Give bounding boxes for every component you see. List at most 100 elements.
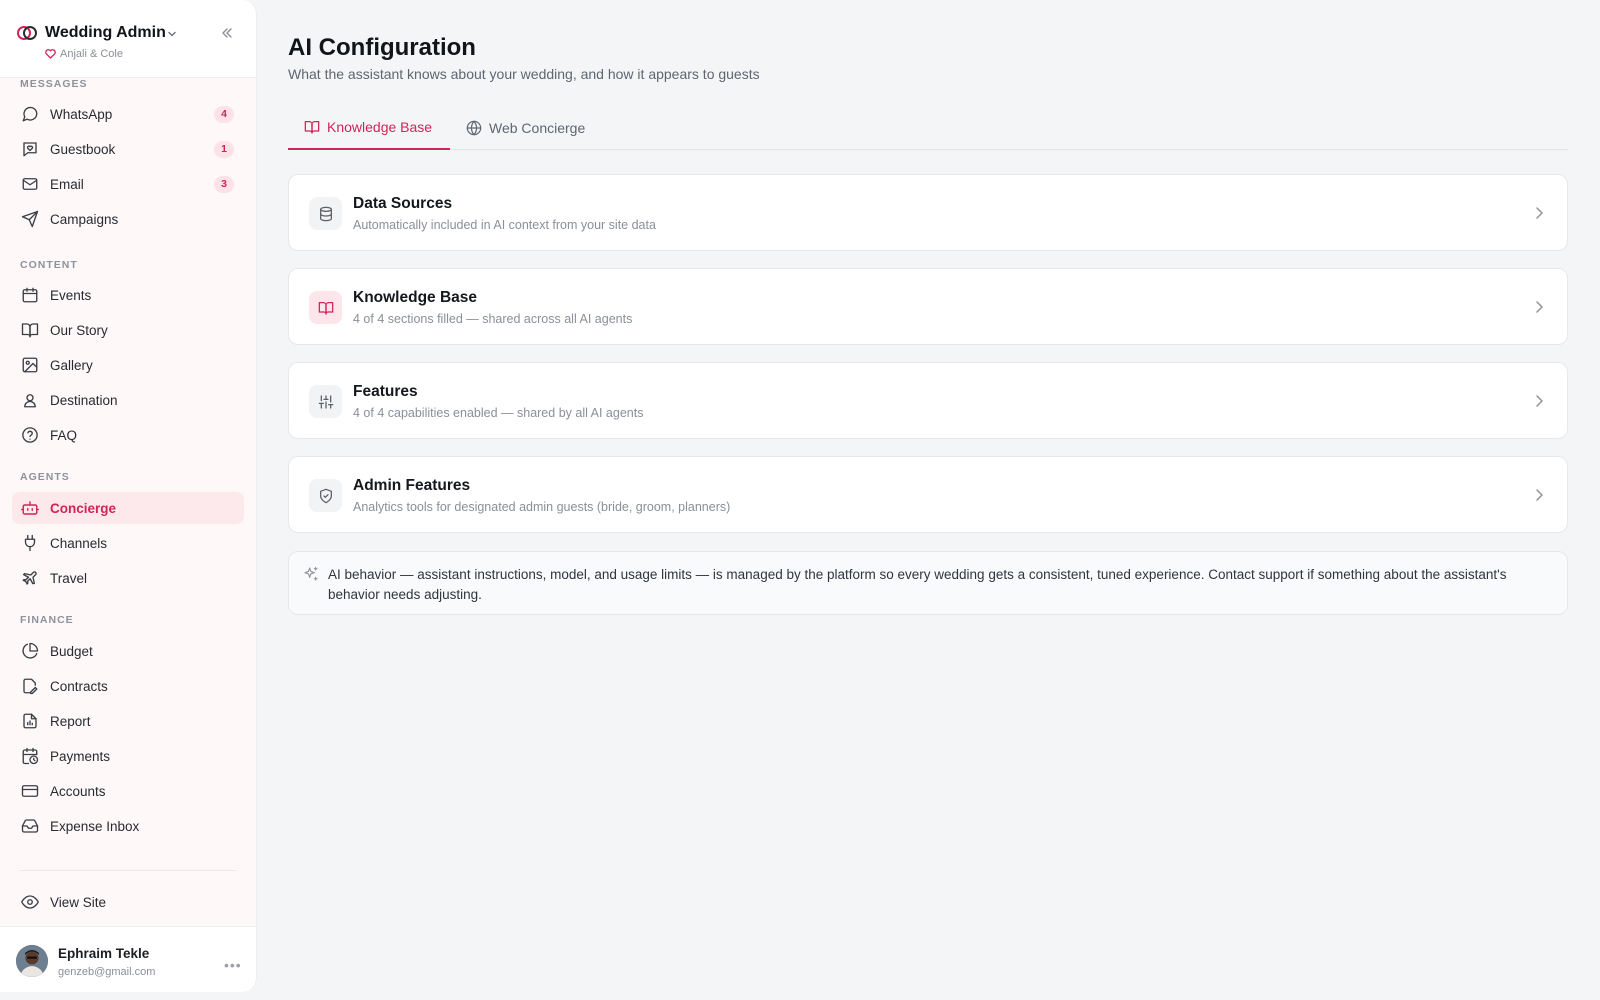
card-description: Analytics tools for designated admin gue… bbox=[353, 500, 731, 514]
chevron-right-icon bbox=[1533, 206, 1545, 220]
sidebar-item-view-site[interactable]: View Site bbox=[12, 886, 244, 918]
chevron-right-icon bbox=[1533, 300, 1545, 314]
calendar-icon bbox=[21, 286, 39, 304]
sparkles-icon bbox=[303, 566, 319, 582]
couple-label: Anjali & Cole bbox=[60, 48, 123, 60]
sidebar-item-label: Concierge bbox=[50, 500, 117, 516]
sidebar-item-label: Events bbox=[50, 287, 92, 303]
page-title: AI Configuration bbox=[288, 34, 476, 61]
sidebar-item-label: WhatsApp bbox=[50, 106, 113, 122]
sidebar-item-label: Gallery bbox=[50, 357, 93, 373]
book-open-icon bbox=[309, 291, 342, 324]
sidebar-header: Wedding Admin Anjali & Cole bbox=[0, 0, 256, 78]
sidebar-item-label: Guestbook bbox=[50, 141, 116, 157]
chevron-down-icon[interactable] bbox=[166, 28, 178, 40]
main-content: AI Configuration What the assistant know… bbox=[288, 0, 1568, 1000]
info-note: AI behavior — assistant instructions, mo… bbox=[288, 551, 1568, 615]
chevron-right-icon bbox=[1533, 488, 1545, 502]
section-label-finance: FINANCE bbox=[20, 614, 74, 626]
count-badge: 1 bbox=[214, 141, 234, 158]
tab-web-concierge[interactable]: Web Concierge bbox=[466, 106, 585, 150]
sidebar-item-label: Travel bbox=[50, 570, 88, 586]
user-name: Ephraim Tekle bbox=[58, 946, 150, 961]
count-badge: 4 bbox=[214, 106, 234, 123]
card-admin-features[interactable]: Admin Features Analytics tools for desig… bbox=[288, 456, 1568, 533]
sidebar-item-travel[interactable]: Travel bbox=[12, 562, 244, 594]
heart-icon bbox=[45, 49, 56, 59]
sidebar-item-whatsapp[interactable]: WhatsApp 4 bbox=[12, 98, 244, 130]
section-label-messages: MESSAGES bbox=[20, 78, 88, 90]
sidebar-item-our-story[interactable]: Our Story bbox=[12, 314, 244, 346]
sidebar: Wedding Admin Anjali & Cole MESSAGES Wha… bbox=[0, 0, 256, 992]
sidebar-item-label: Destination bbox=[50, 392, 118, 408]
sidebar-item-label: Our Story bbox=[50, 322, 108, 338]
inbox-icon bbox=[21, 817, 39, 835]
send-icon bbox=[21, 210, 39, 228]
pie-chart-icon bbox=[21, 642, 39, 660]
sidebar-item-campaigns[interactable]: Campaigns bbox=[12, 203, 244, 235]
user-profile[interactable]: Ephraim Tekle genzeb@gmail.com ••• bbox=[0, 926, 256, 992]
sidebar-item-label: Contracts bbox=[50, 678, 108, 694]
sidebar-item-concierge[interactable]: Concierge bbox=[12, 492, 244, 524]
sidebar-item-faq[interactable]: FAQ bbox=[12, 419, 244, 451]
card-title: Features bbox=[353, 383, 418, 400]
card-data-sources[interactable]: Data Sources Automatically included in A… bbox=[288, 174, 1568, 251]
sidebar-item-destination[interactable]: Destination bbox=[12, 384, 244, 416]
more-options-icon[interactable]: ••• bbox=[224, 957, 242, 973]
sidebar-item-label: Budget bbox=[50, 643, 93, 659]
sidebar-item-label: Report bbox=[50, 713, 91, 729]
sidebar-item-guestbook[interactable]: Guestbook 1 bbox=[12, 133, 244, 165]
bot-icon bbox=[21, 499, 39, 517]
sidebar-item-label: FAQ bbox=[50, 427, 78, 443]
sidebar-item-label: Email bbox=[50, 176, 84, 192]
sidebar-item-label: View Site bbox=[50, 894, 107, 910]
user-email: genzeb@gmail.com bbox=[58, 966, 156, 978]
map-pin-user-icon bbox=[21, 391, 39, 409]
image-icon bbox=[21, 356, 39, 374]
sidebar-item-contracts[interactable]: Contracts bbox=[12, 670, 244, 702]
sidebar-item-budget[interactable]: Budget bbox=[12, 635, 244, 667]
message-circle-icon bbox=[21, 105, 39, 123]
card-knowledge-base[interactable]: Knowledge Base 4 of 4 sections filled — … bbox=[288, 268, 1568, 345]
collapse-sidebar-icon[interactable] bbox=[220, 26, 234, 40]
sidebar-item-events[interactable]: Events bbox=[12, 279, 244, 311]
avatar[interactable] bbox=[16, 945, 48, 977]
card-title: Admin Features bbox=[353, 477, 471, 494]
sidebar-item-channels[interactable]: Channels bbox=[12, 527, 244, 559]
sidebar-item-label: Accounts bbox=[50, 783, 106, 799]
sidebar-item-accounts[interactable]: Accounts bbox=[12, 775, 244, 807]
plane-icon bbox=[21, 569, 39, 587]
section-label-agents: AGENTS bbox=[20, 471, 70, 483]
rings-logo-icon bbox=[17, 25, 37, 41]
info-note-text: AI behavior — assistant instructions, mo… bbox=[328, 567, 1507, 602]
sidebar-divider bbox=[20, 870, 236, 871]
app-title[interactable]: Wedding Admin bbox=[45, 24, 166, 42]
sidebar-item-email[interactable]: Email 3 bbox=[12, 168, 244, 200]
card-title: Data Sources bbox=[353, 195, 453, 212]
shield-check-icon bbox=[309, 479, 342, 512]
book-open-icon bbox=[21, 321, 39, 339]
page-subtitle: What the assistant knows about your wedd… bbox=[288, 66, 760, 82]
eye-icon bbox=[21, 893, 39, 911]
tab-bar: Knowledge Base Web Concierge bbox=[288, 106, 1568, 150]
sidebar-item-gallery[interactable]: Gallery bbox=[12, 349, 244, 381]
card-description: 4 of 4 capabilities enabled — shared by … bbox=[353, 406, 644, 420]
tab-knowledge-base[interactable]: Knowledge Base bbox=[288, 106, 450, 150]
section-label-content: CONTENT bbox=[20, 259, 78, 271]
database-icon bbox=[309, 197, 342, 230]
globe-icon bbox=[466, 120, 482, 136]
sliders-icon bbox=[309, 385, 342, 418]
card-features[interactable]: Features 4 of 4 capabilities enabled — s… bbox=[288, 362, 1568, 439]
sidebar-item-expense-inbox[interactable]: Expense Inbox bbox=[12, 810, 244, 842]
sidebar-item-report[interactable]: Report bbox=[12, 705, 244, 737]
mail-icon bbox=[21, 175, 39, 193]
couple-name: Anjali & Cole bbox=[45, 48, 123, 60]
sidebar-item-label: Expense Inbox bbox=[50, 818, 140, 834]
sidebar-item-payments[interactable]: Payments bbox=[12, 740, 244, 772]
calendar-clock-icon bbox=[21, 747, 39, 765]
file-pen-icon bbox=[21, 677, 39, 695]
plug-icon bbox=[21, 534, 39, 552]
tab-label: Web Concierge bbox=[489, 120, 586, 136]
sidebar-item-label: Payments bbox=[50, 748, 111, 764]
tab-label: Knowledge Base bbox=[327, 119, 433, 135]
